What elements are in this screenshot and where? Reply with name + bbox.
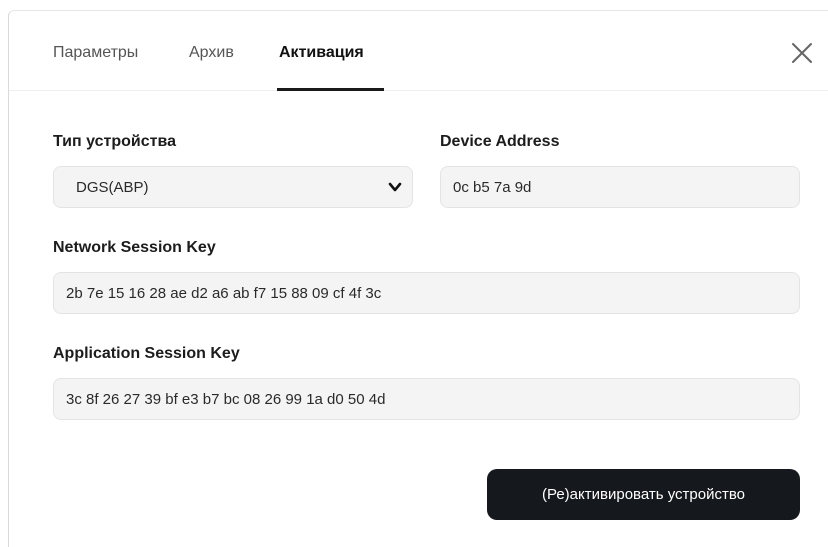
application-session-key-label: Application Session Key <box>53 345 240 362</box>
network-session-key-label: Network Session Key <box>53 239 216 256</box>
chevron-down-icon <box>388 182 402 192</box>
device-address-field[interactable]: 0c b5 7a 9d <box>440 166 800 208</box>
active-tab-indicator <box>277 88 384 91</box>
activation-dialog: Параметры Архив Активация Тип устройства… <box>8 10 828 547</box>
tab-parameters[interactable]: Параметры <box>53 44 138 62</box>
network-session-key-value: 2b 7e 15 16 28 ae d2 a6 ab f7 15 88 09 c… <box>66 284 382 302</box>
network-session-key-field[interactable]: 2b 7e 15 16 28 ae d2 a6 ab f7 15 88 09 c… <box>53 272 800 314</box>
activate-device-button[interactable]: (Ре)активировать устройство <box>487 469 800 520</box>
tab-activation[interactable]: Активация <box>279 44 364 62</box>
close-icon <box>792 43 812 63</box>
device-type-label: Тип устройства <box>53 133 176 150</box>
tab-archive[interactable]: Архив <box>189 44 234 62</box>
device-address-label: Device Address <box>440 133 560 150</box>
tab-bar: Параметры Архив Активация <box>9 11 828 91</box>
device-type-value: DGS(ABP) <box>76 178 149 196</box>
device-type-select[interactable]: DGS(ABP) <box>53 166 413 208</box>
application-session-key-value: 3c 8f 26 27 39 bf e3 b7 bc 08 26 99 1a d… <box>66 390 386 408</box>
close-button[interactable] <box>787 38 817 68</box>
application-session-key-field[interactable]: 3c 8f 26 27 39 bf e3 b7 bc 08 26 99 1a d… <box>53 378 800 420</box>
device-address-value: 0c b5 7a 9d <box>453 178 532 196</box>
